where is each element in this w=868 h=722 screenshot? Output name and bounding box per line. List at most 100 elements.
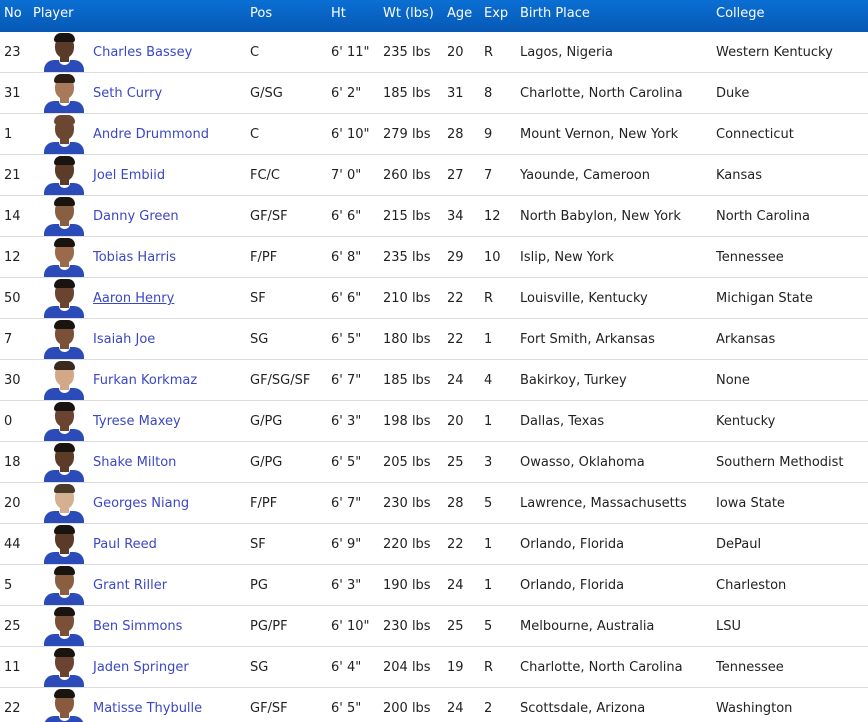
player-name-link[interactable]: Furkan Korkmaz — [93, 373, 197, 388]
player-birth-place: Lawrence, Massachusetts — [520, 496, 687, 511]
column-header-age[interactable]: Age — [447, 6, 472, 21]
column-header-birth-place[interactable]: Birth Place — [520, 6, 590, 21]
player-height: 6' 7" — [331, 496, 362, 511]
player-position: F/PF — [250, 496, 278, 511]
player-number: 30 — [4, 373, 21, 388]
player-height: 6' 6" — [331, 291, 362, 306]
player-name-link[interactable]: Shake Milton — [93, 455, 176, 470]
player-height: 6' 6" — [331, 209, 362, 224]
player-headshot[interactable] — [38, 442, 90, 482]
player-college: Charleston — [716, 578, 787, 593]
player-headshot[interactable] — [38, 360, 90, 400]
player-name-link[interactable]: Seth Curry — [93, 86, 162, 101]
table-row: Paul Reed 44 SF 6' 9" 220 lbs 22 1 Orlando, Flo… — [0, 524, 868, 565]
player-position: GF/SF — [250, 209, 288, 224]
table-row: Grant Riller 5 PG 6' 3" 190 lbs 24 1 Orlando, F… — [0, 565, 868, 606]
player-headshot[interactable] — [38, 278, 90, 318]
player-weight: 260 lbs — [383, 168, 431, 183]
player-weight: 180 lbs — [383, 332, 431, 347]
player-experience: 3 — [484, 455, 493, 470]
column-header-player[interactable]: Player — [33, 6, 73, 21]
player-number: 31 — [4, 86, 21, 101]
player-weight: 230 lbs — [383, 496, 431, 511]
player-birth-place: Islip, New York — [520, 250, 614, 265]
player-age: 22 — [447, 537, 464, 552]
player-experience: 1 — [484, 414, 493, 429]
player-headshot[interactable] — [38, 483, 90, 523]
player-number: 44 — [4, 537, 21, 552]
player-number: 21 — [4, 168, 21, 183]
player-headshot[interactable] — [38, 73, 90, 113]
player-name-link[interactable]: Paul Reed — [93, 537, 157, 552]
headshot-hair — [54, 156, 75, 165]
player-experience: 9 — [484, 127, 493, 142]
player-position: G/PG — [250, 414, 283, 429]
player-headshot[interactable] — [38, 606, 90, 646]
player-position: G/PG — [250, 455, 283, 470]
player-number: 12 — [4, 250, 21, 265]
table-row: Shake Milton 18 G/PG 6' 5" 205 lbs 25 3 Owasso,… — [0, 442, 868, 483]
headshot-hair — [54, 279, 75, 288]
player-age: 24 — [447, 578, 464, 593]
player-position: SG — [250, 660, 269, 675]
player-headshot[interactable] — [38, 114, 90, 154]
player-age: 20 — [447, 414, 464, 429]
player-headshot[interactable] — [38, 196, 90, 236]
column-header-wt[interactable]: Wt (lbs) — [383, 6, 434, 21]
player-headshot[interactable] — [38, 524, 90, 564]
player-name-link[interactable]: Georges Niang — [93, 496, 189, 511]
table-header: No Player Pos Ht Wt (lbs) Age Exp Birth … — [0, 0, 868, 32]
player-name-link[interactable]: Danny Green — [93, 209, 179, 224]
table-row: Joel Embiid 21 FC/C 7' 0" 260 lbs 27 7 Yaounde,… — [0, 155, 868, 196]
player-position: GF/SG/SF — [250, 373, 311, 388]
player-headshot[interactable] — [38, 319, 90, 359]
player-headshot[interactable] — [38, 647, 90, 687]
table-row: Andre Drummond 1 C 6' 10" 279 lbs 28 9 Mount Ve… — [0, 114, 868, 155]
column-header-no[interactable]: No — [4, 6, 22, 21]
player-headshot[interactable] — [38, 688, 90, 722]
player-birth-place: North Babylon, New York — [520, 209, 681, 224]
player-headshot[interactable] — [38, 155, 90, 195]
column-header-college[interactable]: College — [716, 6, 765, 21]
player-position: PG/PF — [250, 619, 288, 634]
player-name-link[interactable]: Ben Simmons — [93, 619, 182, 634]
player-name-link[interactable]: Grant Riller — [93, 578, 167, 593]
player-name-link[interactable]: Tobias Harris — [93, 250, 176, 265]
player-college: Kansas — [716, 168, 763, 183]
player-number: 23 — [4, 45, 21, 60]
table-row: Aaron Henry 50 SF 6' 6" 210 lbs 22 R Louisville… — [0, 278, 868, 319]
player-name-link[interactable]: Charles Bassey — [93, 45, 192, 60]
headshot-hair — [54, 648, 75, 657]
player-height: 7' 0" — [331, 168, 362, 183]
headshot-hair — [54, 443, 75, 452]
player-name-link[interactable]: Tyrese Maxey — [93, 414, 181, 429]
player-age: 25 — [447, 619, 464, 634]
player-name-link[interactable]: Matisse Thybulle — [93, 701, 202, 716]
player-headshot[interactable] — [38, 565, 90, 605]
player-number: 14 — [4, 209, 21, 224]
player-name-link[interactable]: Aaron Henry — [93, 291, 174, 306]
player-position: PG — [250, 578, 268, 593]
table-row: Jaden Springer 11 SG 6' 4" 204 lbs 19 R Charlot… — [0, 647, 868, 688]
player-headshot[interactable] — [38, 32, 90, 72]
column-header-pos[interactable]: Pos — [250, 6, 272, 21]
player-weight: 205 lbs — [383, 455, 431, 470]
column-header-ht[interactable]: Ht — [331, 6, 346, 21]
player-birth-place: Lagos, Nigeria — [520, 45, 613, 60]
player-headshot[interactable] — [38, 237, 90, 277]
player-experience: 5 — [484, 496, 493, 511]
player-birth-place: Owasso, Oklahoma — [520, 455, 645, 470]
player-name-link[interactable]: Joel Embiid — [93, 168, 165, 183]
player-college: Michigan State — [716, 291, 813, 306]
player-college: Tennessee — [716, 660, 784, 675]
player-experience: 1 — [484, 332, 493, 347]
player-name-link[interactable]: Isaiah Joe — [93, 332, 155, 347]
player-birth-place: Charlotte, North Carolina — [520, 86, 683, 101]
player-weight: 200 lbs — [383, 701, 431, 716]
player-headshot[interactable] — [38, 401, 90, 441]
player-weight: 220 lbs — [383, 537, 431, 552]
player-name-link[interactable]: Andre Drummond — [93, 127, 209, 142]
table-row: Charles Bassey 23 C 6' 11" 235 lbs 20 R Lagos, … — [0, 32, 868, 73]
column-header-exp[interactable]: Exp — [484, 6, 508, 21]
player-name-link[interactable]: Jaden Springer — [93, 660, 189, 675]
